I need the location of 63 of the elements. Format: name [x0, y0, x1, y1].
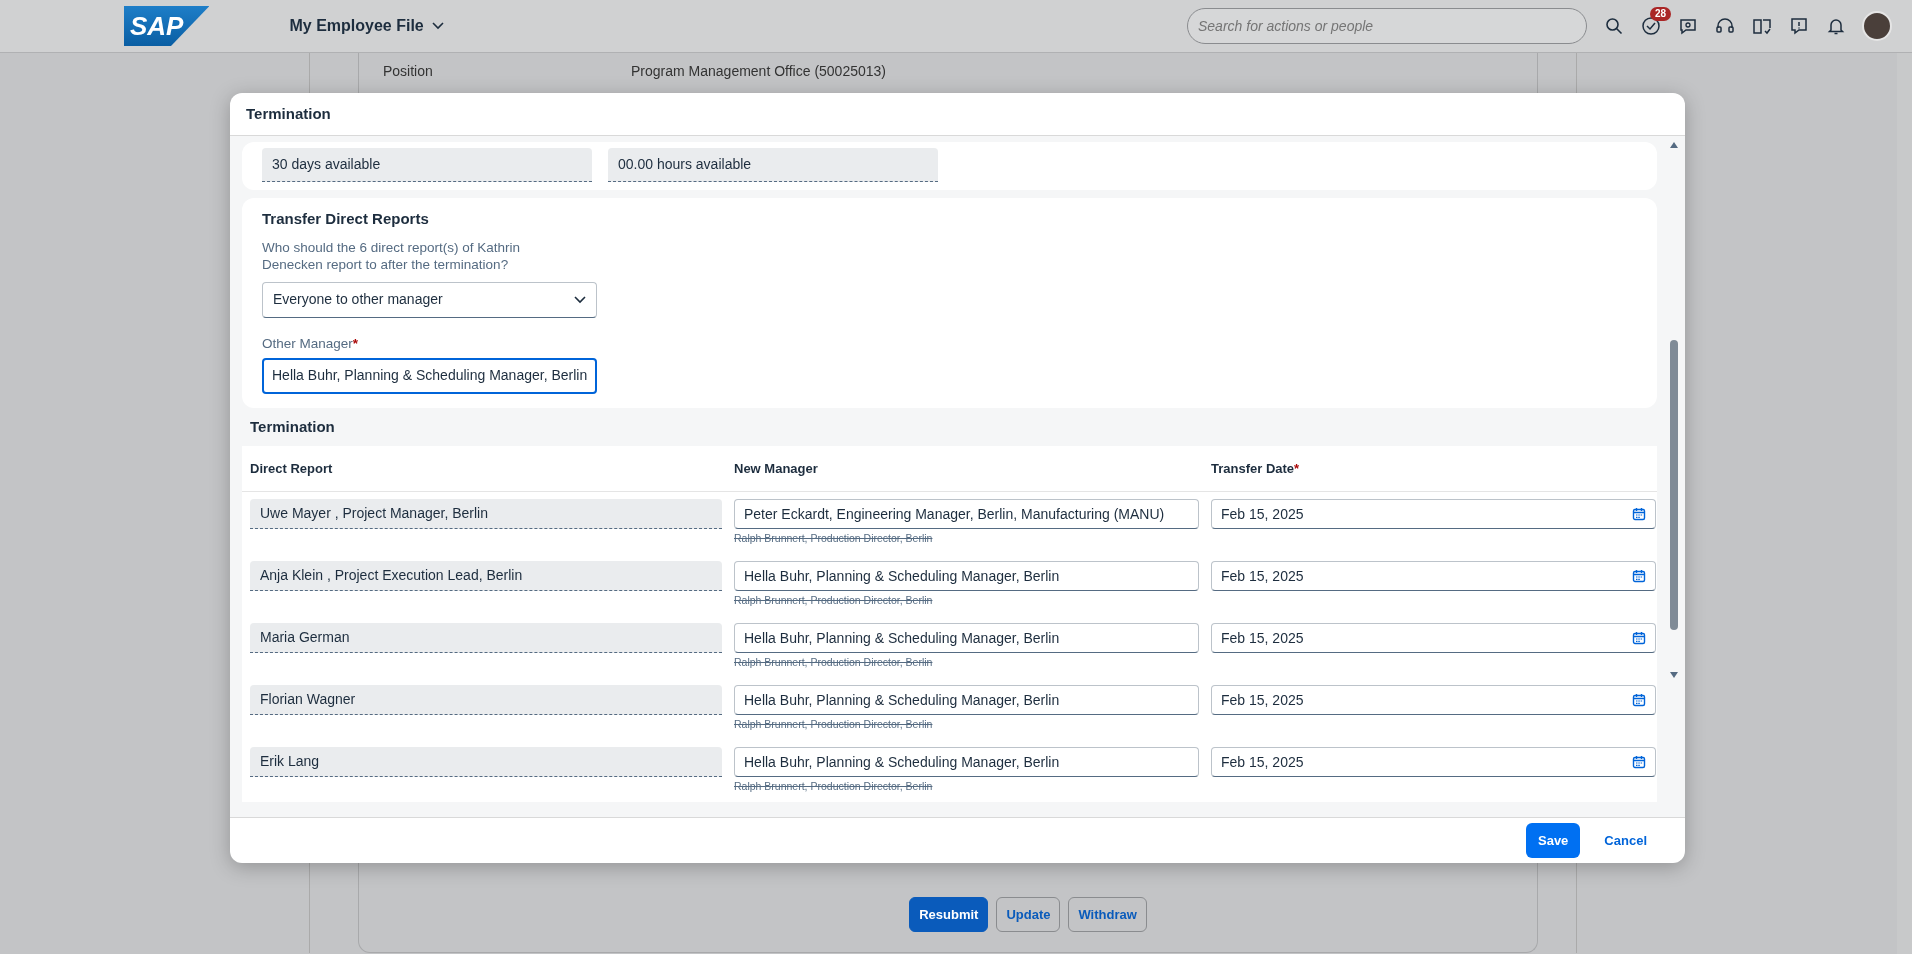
date-picker-field[interactable]: Feb 15, 2025 [1211, 499, 1656, 530]
sap-logo[interactable]: SAP [124, 6, 210, 46]
dialog-scrollbar[interactable] [1669, 140, 1679, 680]
user-avatar[interactable] [1862, 11, 1892, 41]
date-text: Feb 15, 2025 [1221, 504, 1304, 524]
direct-report-field: Anja Klein , Project Execution Lead, Berlin [250, 561, 722, 592]
field-label: Position [383, 62, 434, 81]
calendar-icon[interactable] [1632, 693, 1646, 708]
new-manager-field[interactable]: Hella Buhr, Planning & Scheduling Manager, Berlin [734, 747, 1199, 778]
calendar-icon[interactable] [1632, 631, 1646, 646]
cancel-button[interactable]: Cancel [1592, 822, 1659, 859]
feedback-icon[interactable] [1788, 15, 1810, 37]
calendar-icon[interactable] [1632, 507, 1646, 522]
previous-manager-text: Ralph Brunnert, Production Director, Berlin [734, 655, 934, 671]
action-button[interactable]: Update [996, 896, 1061, 932]
action-button[interactable]: Resubmit [909, 896, 989, 932]
required-asterisk: * [1294, 461, 1300, 477]
column-header: New Manager [734, 461, 818, 477]
required-asterisk: * [352, 335, 359, 351]
new-manager-field[interactable]: Hella Buhr, Planning & Scheduling Manager, Berlin [734, 623, 1199, 654]
section-title: Transfer Direct Reports [262, 209, 430, 229]
date-picker-field[interactable]: Feb 15, 2025 [1211, 561, 1656, 592]
app-title-menu[interactable]: My Employee File [289, 14, 444, 38]
balance-field: 00.00 hours available [608, 148, 938, 182]
previous-manager-text: Ralph Brunnert, Production Director, Berlin [734, 531, 934, 547]
previous-manager-text: Ralph Brunnert, Production Director, Berlin [734, 717, 934, 733]
other-manager-field[interactable]: Hella Buhr, Planning & Scheduling Manager, Berlin [262, 357, 597, 394]
direct-report-field: Uwe Mayer , Project Manager, Berlin [250, 499, 722, 530]
field-value: Program Management Office (50025013) [631, 62, 886, 81]
search-icon[interactable] [1603, 15, 1625, 37]
action-button[interactable]: Withdraw [1068, 896, 1147, 932]
date-picker-field[interactable]: Feb 15, 2025 [1211, 623, 1656, 654]
save-button[interactable]: Save [1526, 822, 1581, 859]
column-header: Direct Report [250, 461, 333, 477]
page-scrollbar[interactable] [1897, 53, 1912, 954]
check-circle-icon[interactable] [1640, 15, 1662, 38]
notification-count: 28 [1650, 7, 1672, 21]
direct-report-field: Maria German [250, 623, 722, 654]
direct-report-field: Florian Wagner [250, 685, 722, 716]
date-text: Feb 15, 2025 [1221, 752, 1304, 772]
column-header: Transfer Date* [1211, 461, 1300, 477]
date-picker-field[interactable]: Feb 15, 2025 [1211, 747, 1656, 778]
chevron-down-icon [574, 295, 586, 304]
direct-report-field: Erik Lang [250, 747, 722, 778]
date-text: Feb 15, 2025 [1221, 566, 1304, 586]
manager-option-select[interactable]: Everyone to other manager [262, 281, 597, 318]
calendar-icon[interactable] [1632, 569, 1646, 584]
new-manager-field[interactable]: Hella Buhr, Planning & Scheduling Manager, Berlin [734, 561, 1199, 592]
previous-manager-text: Ralph Brunnert, Production Director, Berlin [734, 779, 934, 795]
previous-manager-text: Ralph Brunnert, Production Director, Berlin [734, 593, 934, 609]
new-manager-field[interactable]: Peter Eckardt, Engineering Manager, Berlin, Manufacturing (MANU) [734, 499, 1199, 530]
date-text: Feb 15, 2025 [1221, 628, 1304, 648]
chevron-down-icon [431, 22, 444, 30]
section-title: Termination [249, 416, 336, 437]
search-field[interactable]: Search for actions or people [1187, 8, 1587, 44]
field-label: Other Manager* [262, 334, 360, 353]
new-manager-field[interactable]: Hella Buhr, Planning & Scheduling Manager, Berlin [734, 685, 1199, 716]
question-text: Who should the 6 direct report(s) of Kathrin Denecken report to after the termination? [262, 238, 522, 274]
calendar-icon[interactable] [1632, 755, 1646, 770]
date-text: Feb 15, 2025 [1221, 690, 1304, 710]
dialog-title: Termination [246, 103, 331, 124]
date-picker-field[interactable]: Feb 15, 2025 [1211, 685, 1656, 716]
balance-field: 30 days available [262, 148, 592, 182]
